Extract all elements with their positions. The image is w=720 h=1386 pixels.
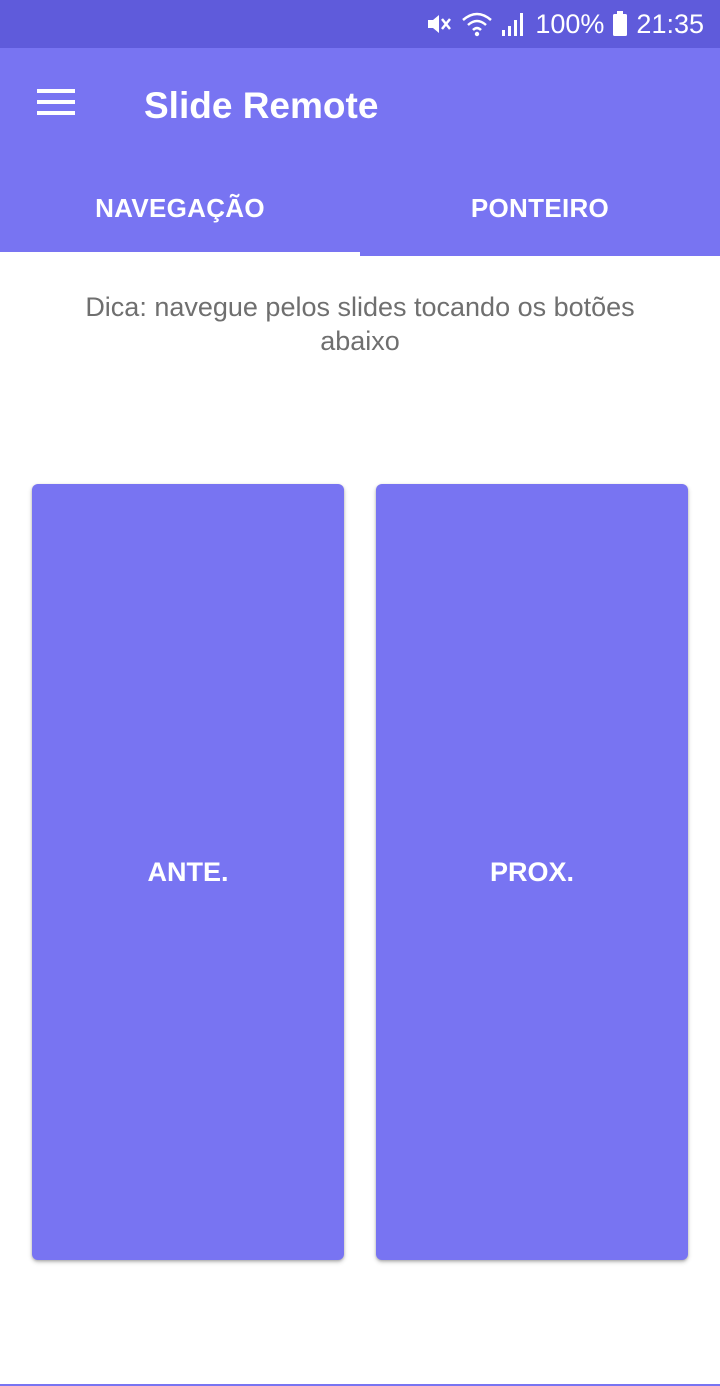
battery-level: 100%: [535, 9, 605, 39]
tab-label: NAVEGAÇÃO: [95, 192, 265, 223]
status-icons: 100% 21:35: [425, 0, 704, 48]
next-slide-button[interactable]: PROX.: [376, 484, 688, 1260]
app-title: Slide Remote: [144, 85, 379, 126]
signal-icon: [501, 10, 527, 38]
tab-ponteiro[interactable]: PONTEIRO: [360, 160, 720, 256]
status-bar: 100% 21:35: [0, 0, 720, 48]
tab-label: PONTEIRO: [470, 192, 610, 223]
menu-button[interactable]: [24, 76, 88, 132]
battery-icon: [612, 10, 628, 38]
wifi-icon: [461, 10, 493, 38]
hamburger-menu-icon: [37, 87, 75, 122]
selected-tab-indicator: [0, 252, 360, 256]
tab-navegacao[interactable]: NAVEGAÇÃO: [0, 160, 360, 256]
tab-bar: NAVEGAÇÃO PONTEIRO: [0, 160, 720, 256]
clock: 21:35: [636, 9, 704, 39]
previous-slide-label: ANTE.: [147, 856, 229, 887]
previous-slide-button[interactable]: ANTE.: [32, 484, 344, 1260]
hint-text: Dica: navegue pelos slides tocando os bo…: [85, 292, 635, 356]
app-screen: 100% 21:35 Slide Remote NAVEGAÇÃO PONTEI…: [0, 0, 720, 1386]
mute-icon: [425, 10, 453, 38]
next-slide-label: PROX.: [489, 856, 575, 887]
app-bar: Slide Remote NAVEGAÇÃO PONTEIRO: [0, 48, 720, 256]
